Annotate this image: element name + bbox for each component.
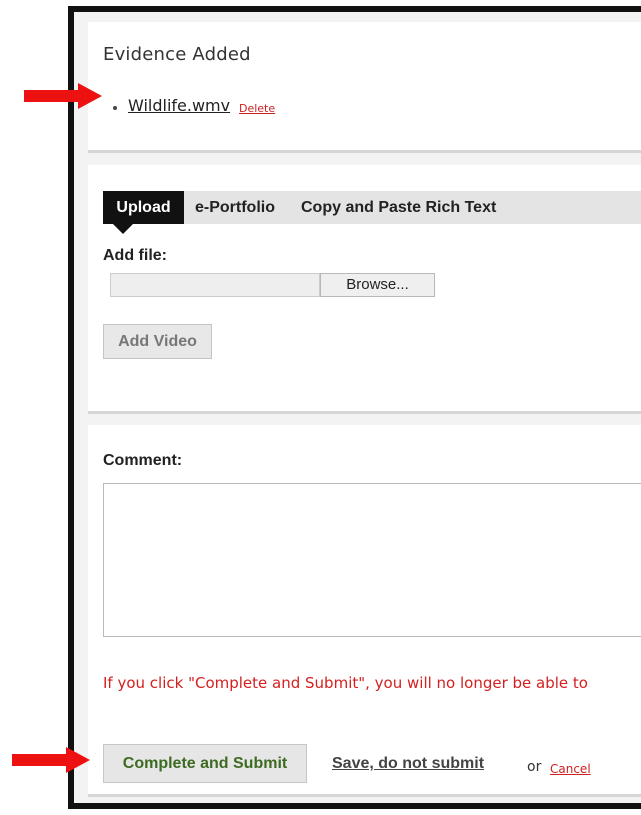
save-do-not-submit-link[interactable]: Save, do not submit bbox=[332, 755, 484, 773]
tab-copy-paste-rich-text[interactable]: Copy and Paste Rich Text bbox=[301, 191, 496, 224]
upload-tab-bar: Upload e-Portfolio Copy and Paste Rich T… bbox=[103, 191, 641, 234]
content-frame: Evidence Added Wildlife.wmv Delete Uploa… bbox=[68, 6, 641, 809]
complete-and-submit-button[interactable]: Complete and Submit bbox=[103, 744, 307, 783]
delete-link[interactable]: Delete bbox=[239, 102, 275, 115]
tab-upload[interactable]: Upload bbox=[103, 191, 184, 234]
or-text: or bbox=[527, 759, 542, 775]
add-video-button[interactable]: Add Video bbox=[103, 324, 212, 359]
arrow-right-icon bbox=[24, 83, 104, 109]
list-bullet bbox=[113, 106, 117, 110]
arrow-shaft bbox=[12, 754, 68, 766]
upload-panel: Upload e-Portfolio Copy and Paste Rich T… bbox=[88, 165, 641, 414]
evidence-file-link[interactable]: Wildlife.wmv bbox=[128, 96, 230, 115]
submit-warning-text: If you click "Complete and Submit", you … bbox=[103, 674, 588, 692]
comment-panel: Comment: If you click "Complete and Subm… bbox=[88, 425, 641, 797]
evidence-panel: Evidence Added Wildlife.wmv Delete bbox=[88, 22, 641, 153]
arrow-head bbox=[78, 83, 102, 109]
evidence-title: Evidence Added bbox=[103, 44, 251, 65]
arrow-right-icon bbox=[12, 747, 92, 773]
browse-button[interactable]: Browse... bbox=[320, 273, 435, 297]
add-file-label: Add file: bbox=[103, 247, 167, 264]
comment-textarea[interactable] bbox=[103, 483, 641, 637]
arrow-shaft bbox=[24, 90, 80, 102]
cancel-link[interactable]: Cancel bbox=[550, 762, 591, 776]
comment-label: Comment: bbox=[103, 452, 183, 469]
arrow-head bbox=[66, 747, 90, 773]
file-path-input[interactable] bbox=[110, 273, 320, 297]
tab-e-portfolio[interactable]: e-Portfolio bbox=[195, 191, 275, 224]
page: Evidence Added Wildlife.wmv Delete Uploa… bbox=[0, 0, 641, 815]
